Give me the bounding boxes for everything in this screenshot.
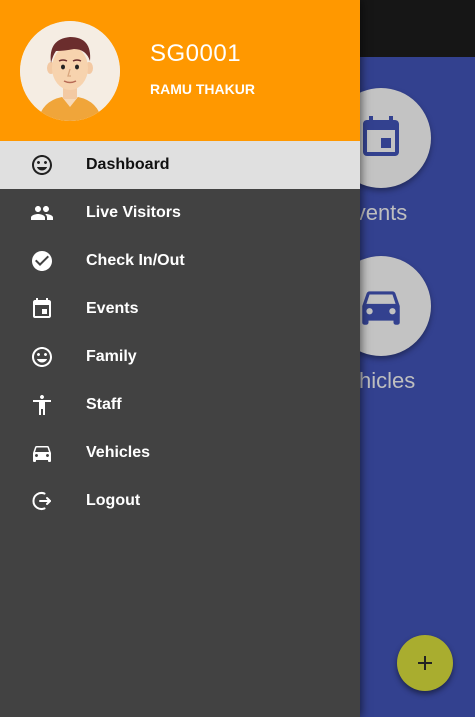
people-icon xyxy=(30,201,54,225)
logout-icon xyxy=(30,489,54,513)
car-icon xyxy=(362,291,400,325)
drawer-header: SG0001 RAMU THAKUR xyxy=(0,0,360,141)
menu-label-live-visitors: Live Visitors xyxy=(86,204,181,221)
calendar-icon xyxy=(30,297,54,321)
check-circle-icon xyxy=(30,249,54,273)
menu-item-dashboard[interactable]: Dashboard xyxy=(0,141,360,189)
menu-item-logout[interactable]: Logout xyxy=(0,477,360,525)
menu-label-check-in-out: Check In/Out xyxy=(86,252,185,269)
menu-label-logout: Logout xyxy=(86,492,141,509)
menu-item-live-visitors[interactable]: Live Visitors xyxy=(0,189,360,237)
user-name: RAMU THAKUR xyxy=(150,81,255,97)
menu-label-events: Events xyxy=(86,300,139,317)
menu-item-family[interactable]: Family xyxy=(0,333,360,381)
menu-label-dashboard: Dashboard xyxy=(86,156,170,173)
menu-label-vehicles: Vehicles xyxy=(86,444,151,461)
calendar-icon xyxy=(363,116,399,156)
smiley-icon xyxy=(30,345,54,369)
drawer-menu: Dashboard Live Visitors Check In/Out Eve… xyxy=(0,141,360,525)
menu-item-check-in-out[interactable]: Check In/Out xyxy=(0,237,360,285)
user-id: SG0001 xyxy=(150,40,242,67)
menu-item-staff[interactable]: Staff xyxy=(0,381,360,429)
car-icon xyxy=(30,441,54,465)
person-icon xyxy=(30,393,54,417)
user-avatar-icon xyxy=(20,21,120,121)
plus-icon xyxy=(418,656,432,670)
navigation-drawer: SG0001 RAMU THAKUR Dashboard Live Visito… xyxy=(0,0,360,717)
menu-item-vehicles[interactable]: Vehicles xyxy=(0,429,360,477)
menu-label-staff: Staff xyxy=(86,396,122,413)
menu-label-family: Family xyxy=(86,348,137,365)
add-fab-button[interactable] xyxy=(397,635,453,691)
smiley-icon xyxy=(30,153,54,177)
menu-item-events[interactable]: Events xyxy=(0,285,360,333)
avatar[interactable] xyxy=(20,21,120,121)
